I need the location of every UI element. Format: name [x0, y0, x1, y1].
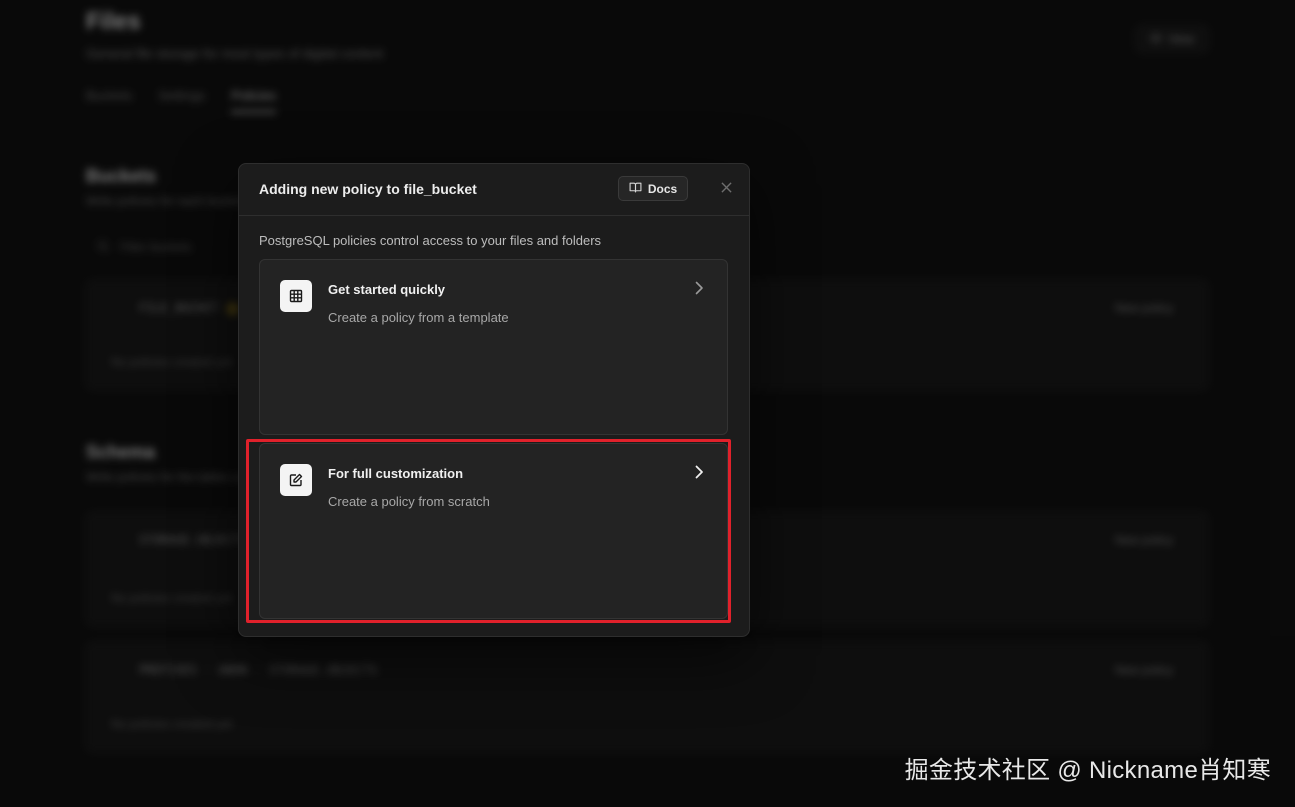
book-icon: [629, 181, 642, 197]
policy-modal: Adding new policy to file_bucket Docs Po…: [238, 163, 750, 637]
docs-button[interactable]: Docs: [618, 176, 688, 201]
page: Files General file storage for most type…: [0, 0, 1295, 807]
table-grid-icon: [280, 280, 312, 312]
close-button[interactable]: [717, 180, 735, 198]
modal-header: Adding new policy to file_bucket Docs: [239, 164, 749, 216]
close-icon: [720, 180, 732, 198]
modal-title: Adding new policy to file_bucket: [259, 181, 477, 197]
chevron-right-icon: [691, 280, 707, 296]
edit-icon: [280, 464, 312, 496]
option-template-subtitle: Create a policy from a template: [328, 310, 509, 325]
option-template[interactable]: Get started quickly Create a policy from…: [259, 259, 728, 435]
option-scratch-subtitle: Create a policy from scratch: [328, 494, 490, 509]
chevron-right-icon: [691, 464, 707, 480]
watermark: 掘金技术社区 @ Nickname肖知寒: [904, 757, 1271, 784]
option-scratch-title: For full customization: [328, 466, 464, 481]
docs-label: Docs: [647, 181, 678, 196]
modal-description: PostgreSQL policies control access to yo…: [259, 233, 602, 248]
option-scratch[interactable]: For full customization Create a policy f…: [259, 443, 728, 619]
option-template-title: Get started quickly: [328, 282, 446, 297]
